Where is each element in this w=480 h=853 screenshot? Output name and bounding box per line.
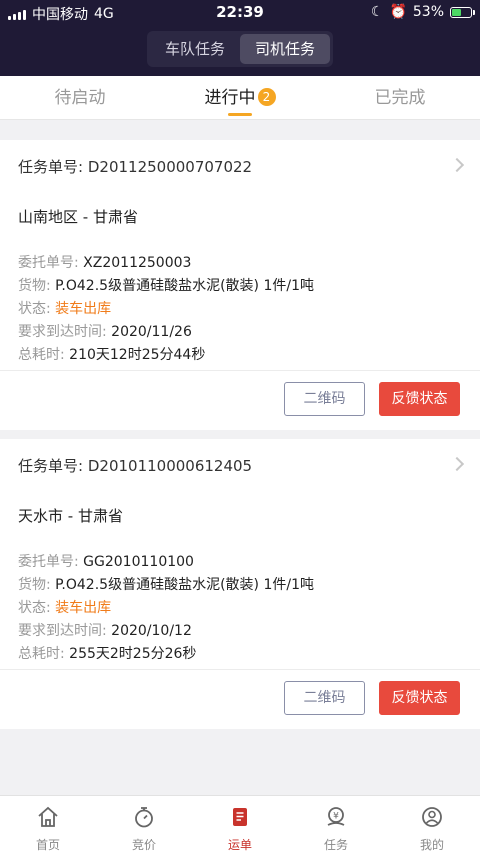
status-label: 状态: [18,600,51,616]
nav-label: 运单 [227,838,252,852]
chevron-right-icon[interactable] [449,157,465,173]
task-card: 任务单号: D2010110000612405 天水市 - 甘肃省 委托单号: … [0,439,480,729]
goods-value: P.O42.5级普通硅酸盐水泥(散装) 1件/1吨 [55,278,314,294]
duration-label: 总耗时: [18,646,65,662]
order-number: 任务单号: D2010110000612405 [18,455,252,476]
status-row: 状态: 装车出库 [18,597,111,617]
order-number-value: D2011250000707022 [87,158,253,176]
battery-percent: 53% [412,4,444,20]
duration-row: 总耗时: 210天12时25分44秒 [18,344,205,364]
profile-icon [422,807,442,827]
nav-label: 我的 [419,838,444,852]
task-card-actions: 二维码 反馈状态 [0,370,480,430]
arrival-row: 要求到达时间: 2020/11/26 [18,321,192,341]
nav-label: 首页 [35,838,60,852]
arrival-label: 要求到达时间: [18,623,107,639]
order-number-label: 任务单号: [18,457,84,475]
moon-icon: ☾ [370,4,384,20]
consign-value: XZ2011250003 [83,255,192,271]
order-number: 任务单号: D2011250000707022 [18,156,252,177]
goods-label: 货物: [18,278,51,294]
status-value: 装车出库 [55,600,112,616]
feedback-status-button[interactable]: 反馈状态 [379,382,460,416]
consign-value: GG2010110100 [83,554,194,570]
nav-mine[interactable]: 我的 [384,796,480,853]
task-type-switch: 车队任务 司机任务 [147,31,333,67]
goods-label: 货物: [18,577,51,593]
chevron-right-icon[interactable] [449,456,465,472]
svg-text:¥: ¥ [333,812,339,822]
tab-completed[interactable]: 已完成 [320,76,480,120]
nav-home[interactable]: 首页 [0,796,96,853]
feedback-status-button[interactable]: 反馈状态 [379,681,460,715]
duration-value: 255天2时25分26秒 [69,646,197,662]
goods-row: 货物: P.O42.5级普通硅酸盐水泥(散装) 1件/1吨 [18,574,314,594]
app-header: 中国移动 4G 22:39 ☾ ⏰ 53% 车队任务 司机任务 [0,0,480,76]
task-card-body[interactable]: 任务单号: D2010110000612405 天水市 - 甘肃省 委托单号: … [0,439,480,669]
qr-code-button[interactable]: 二维码 [284,382,365,416]
consign-label: 委托单号: [18,255,79,271]
waybill-icon [233,808,247,826]
alarm-icon: ⏰ [389,4,407,20]
duration-row: 总耗时: 255天2时25分26秒 [18,643,196,663]
tab-label: 待启动 [54,88,106,108]
nav-tasks[interactable]: ¥ 任务 [288,796,384,853]
nav-label: 任务 [323,838,348,852]
order-number-value: D2010110000612405 [87,457,253,475]
consign-label: 委托单号: [18,554,79,570]
region: 天水市 - 甘肃省 [18,507,123,525]
bottom-nav: 首页 竞价 运单 ¥ 任务 我的 [0,795,480,853]
arrival-value: 2020/11/26 [111,324,192,340]
arrival-value: 2020/10/12 [111,623,192,639]
task-icon: ¥ [327,807,345,826]
status-bar: 中国移动 4G 22:39 ☾ ⏰ 53% [0,0,480,26]
active-tab-indicator [228,113,252,116]
tab-label: 已完成 [374,88,426,108]
arrival-label: 要求到达时间: [18,324,107,340]
task-card: 任务单号: D2011250000707022 山南地区 - 甘肃省 委托单号:… [0,140,480,430]
region: 山南地区 - 甘肃省 [18,208,138,226]
status-value: 装车出库 [55,301,112,317]
nav-label: 竞价 [131,838,156,852]
consign-row: 委托单号: GG2010110100 [18,551,194,571]
status-row: 状态: 装车出库 [18,298,111,318]
count-badge: 2 [257,88,276,106]
goods-row: 货物: P.O42.5级普通硅酸盐水泥(散装) 1件/1吨 [18,275,314,295]
status-label: 状态: [18,301,51,317]
tab-pending[interactable]: 待启动 [0,76,160,120]
task-card-actions: 二维码 反馈状态 [0,669,480,729]
goods-value: P.O42.5级普通硅酸盐水泥(散装) 1件/1吨 [55,577,314,593]
stopwatch-icon [135,807,153,828]
home-icon [38,806,58,827]
nav-waybill[interactable]: 运单 [192,796,288,853]
task-card-body[interactable]: 任务单号: D2011250000707022 山南地区 - 甘肃省 委托单号:… [0,140,480,370]
nav-bidding[interactable]: 竞价 [96,796,192,853]
tab-label: 进行中 [204,88,256,108]
consign-row: 委托单号: XZ2011250003 [18,252,191,272]
segment-driver-tasks[interactable]: 司机任务 [240,34,330,64]
qr-code-button[interactable]: 二维码 [284,681,365,715]
order-number-label: 任务单号: [18,158,84,176]
segment-fleet-tasks[interactable]: 车队任务 [150,34,240,64]
duration-label: 总耗时: [18,347,65,363]
arrival-row: 要求到达时间: 2020/10/12 [18,620,192,640]
duration-value: 210天12时25分44秒 [69,347,206,363]
battery-icon [450,6,475,18]
